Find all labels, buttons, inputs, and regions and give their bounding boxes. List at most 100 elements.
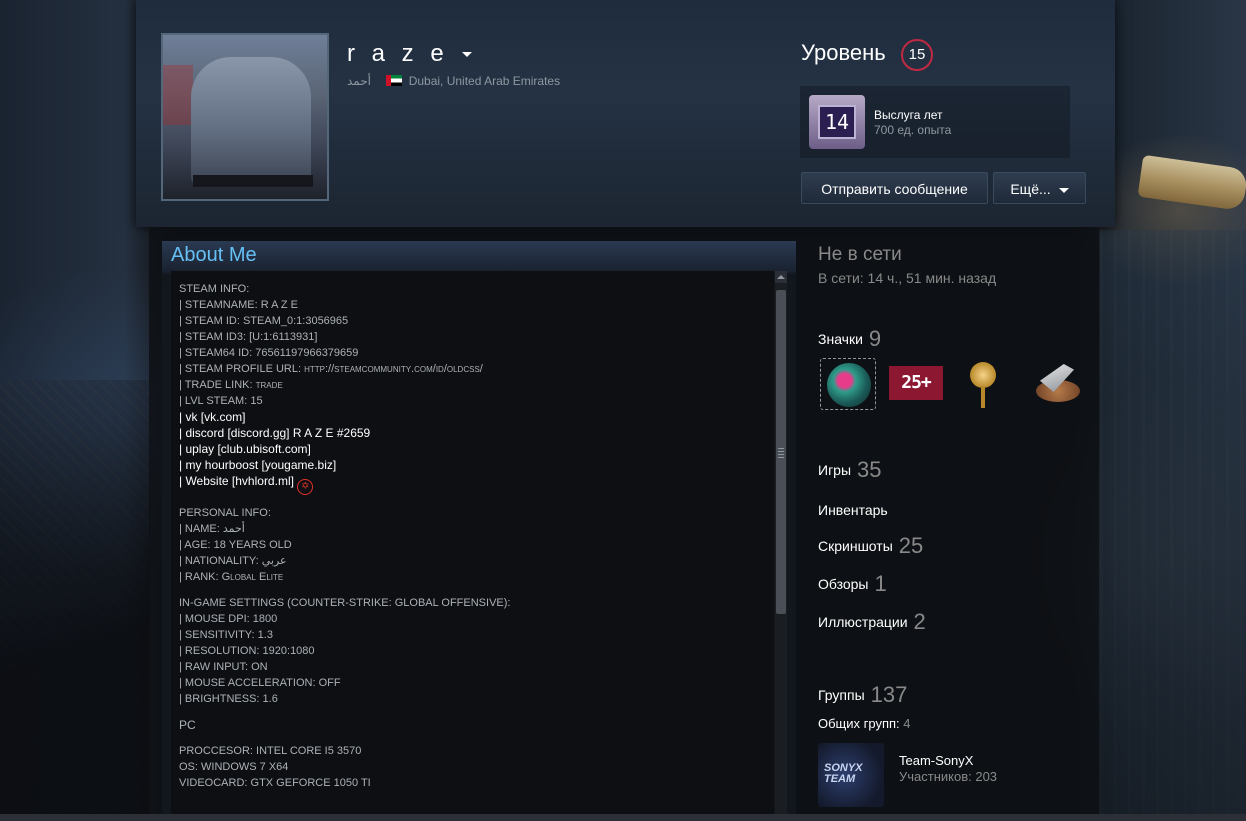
games-label: Игры xyxy=(818,462,852,478)
about-line: VIDEOCARD: GTX GEFORCE 1050 TI xyxy=(179,777,371,789)
chevron-down-icon xyxy=(1058,187,1069,193)
grip-icon xyxy=(778,448,784,458)
about-line: | RANK: Global Elite xyxy=(179,571,284,583)
about-link-uplay[interactable]: | uplay [club.ubisoft.com] xyxy=(179,441,766,457)
badges-count: 9 xyxy=(868,326,882,351)
favorite-badge-xp: 700 ед. опыта xyxy=(874,123,952,137)
badge-orb[interactable] xyxy=(820,358,876,410)
about-line: | NAME: أحمد xyxy=(179,523,245,535)
chevron-down-icon[interactable] xyxy=(462,52,473,58)
about-line: | STEAM ID: STEAM_0:1:3056965 xyxy=(179,315,349,327)
screenshots-count: 25 xyxy=(898,533,924,558)
shared-groups-count: 4 xyxy=(903,716,911,731)
about-line: | RESOLUTION: 1920:1080 xyxy=(179,645,315,657)
about-line: | SENSITIVITY: 1.3 xyxy=(179,629,273,641)
group-name[interactable]: Team-SonyX xyxy=(899,753,973,768)
location: Dubai, United Arab Emirates xyxy=(408,74,561,88)
online-status: Не в сети xyxy=(818,244,902,265)
real-name-location: أحمد Dubai, United Arab Emirates xyxy=(347,74,560,88)
about-line: OS: WINDOWS 7 X64 xyxy=(179,761,289,773)
about-line: | MOUSE ACCELERATION: OFF xyxy=(179,677,341,689)
favorite-badge-name: Выслуга лет xyxy=(874,108,943,122)
coin-icon xyxy=(970,362,996,388)
about-link-profile[interactable]: | STEAM PROFILE URL: http://steamcommuni… xyxy=(179,361,766,377)
reviews-link[interactable]: Обзоры 1 xyxy=(818,571,887,597)
uae-flag-icon xyxy=(386,75,403,86)
about-line: PERSONAL INFO: xyxy=(179,507,271,519)
orb-icon xyxy=(827,363,871,407)
avatar-detail xyxy=(193,175,313,187)
about-line: | STEAM64 ID: 76561197966379659 xyxy=(179,347,359,359)
more-button[interactable]: Ещё... xyxy=(993,172,1086,204)
avatar-detail xyxy=(163,65,193,125)
about-line: | NATIONALITY: عربي xyxy=(179,555,287,567)
about-link-vk[interactable]: | vk [vk.com] xyxy=(179,409,766,425)
reviews-label: Обзоры xyxy=(818,576,869,592)
level-badge[interactable]: 15 xyxy=(901,39,933,71)
send-message-button[interactable]: Отправить сообщение xyxy=(801,172,988,204)
badge-trowel[interactable] xyxy=(1030,358,1086,410)
badge-icon-text: 14 xyxy=(818,105,856,139)
about-line: STEAM INFO: xyxy=(179,283,250,295)
about-line: IN-GAME SETTINGS (COUNTER-STRIKE: GLOBAL… xyxy=(179,597,511,609)
about-link-website[interactable]: | Website [hvhlord.ml] ✡ xyxy=(179,473,766,495)
about-link-discord[interactable]: | discord [discord.gg] R A Z E #2659 xyxy=(179,425,766,441)
more-button-label: Ещё... xyxy=(1010,181,1051,197)
about-line: | STEAMNAME: R A Z E xyxy=(179,299,298,311)
shared-groups-label: Общих групп: xyxy=(818,716,900,731)
about-link-website-text: | Website [hvhlord.ml] xyxy=(179,474,294,488)
badges-link[interactable]: Значки 9 xyxy=(818,326,881,352)
favorite-badge[interactable]: 14 Выслуга лет 700 ед. опыта xyxy=(800,86,1070,158)
scroll-up-arrow-icon[interactable] xyxy=(775,271,787,283)
years-of-service-icon: 14 xyxy=(809,95,865,149)
avatar[interactable] xyxy=(161,33,329,201)
inventory-label: Инвентарь xyxy=(818,502,888,518)
last-online: В сети: 14 ч., 51 мин. назад xyxy=(818,270,997,286)
about-line: PC xyxy=(179,718,196,732)
screenshots-label: Скриншоты xyxy=(818,538,893,554)
artwork-link[interactable]: Иллюстрации 2 xyxy=(818,609,926,635)
screenshots-link[interactable]: Скриншоты 25 xyxy=(818,533,923,559)
about-line: | STEAM ID3: [U:1:6113931] xyxy=(179,331,318,343)
persona-name-text: r a z e xyxy=(347,40,449,67)
badges-label: Значки xyxy=(818,331,863,347)
about-line: | AGE: 18 YEARS OLD xyxy=(179,539,292,551)
about-link-hourboost[interactable]: | my hourboost [yougame.biz] xyxy=(179,457,766,473)
groups-label: Группы xyxy=(818,687,865,703)
group-members: Участников: 203 xyxy=(899,769,998,784)
pin-stick xyxy=(981,386,985,408)
about-me-body[interactable]: STEAM INFO: | STEAMNAME: R A Z E | STEAM… xyxy=(171,271,774,816)
pentagram-icon: ✡ xyxy=(297,479,314,495)
real-name: أحمد xyxy=(347,74,371,88)
shared-groups[interactable]: Общих групп: 4 xyxy=(818,716,911,731)
group-avatar-logo: SONYX TEAM xyxy=(824,762,863,785)
groups-link[interactable]: Группы 137 xyxy=(818,682,907,708)
level-label: Уровень xyxy=(801,40,886,65)
games-link[interactable]: Игры 35 xyxy=(818,457,882,483)
reviews-count: 1 xyxy=(874,571,887,596)
about-link-trade[interactable]: | TRADE LINK: trade xyxy=(179,377,766,393)
about-line: PROCCESOR: INTEL CORE I5 3570 xyxy=(179,745,362,757)
inventory-link[interactable]: Инвентарь xyxy=(818,502,888,518)
bottom-edge xyxy=(0,814,1246,821)
background-art-left xyxy=(0,380,150,820)
about-line: | RAW INPUT: ON xyxy=(179,661,268,673)
avatar-detail xyxy=(191,57,311,187)
groups-count: 137 xyxy=(870,682,908,707)
background-art-right xyxy=(1100,230,1246,820)
about-line: | BRIGHTNESS: 1.6 xyxy=(179,693,278,705)
persona-name[interactable]: r a z e xyxy=(347,40,473,68)
artwork-count: 2 xyxy=(913,609,926,634)
about-line: | MOUSE DPI: 1800 xyxy=(179,613,278,625)
about-line: | LVL STEAM: 15 xyxy=(179,395,263,407)
games-count: 35 xyxy=(857,457,882,482)
badge-25-plus[interactable]: 25+ xyxy=(889,366,943,400)
about-me-title: About Me xyxy=(171,244,257,266)
artwork-label: Иллюстрации xyxy=(818,614,908,630)
group-avatar[interactable]: SONYX TEAM xyxy=(818,743,884,807)
badge-pin[interactable] xyxy=(966,358,1022,410)
